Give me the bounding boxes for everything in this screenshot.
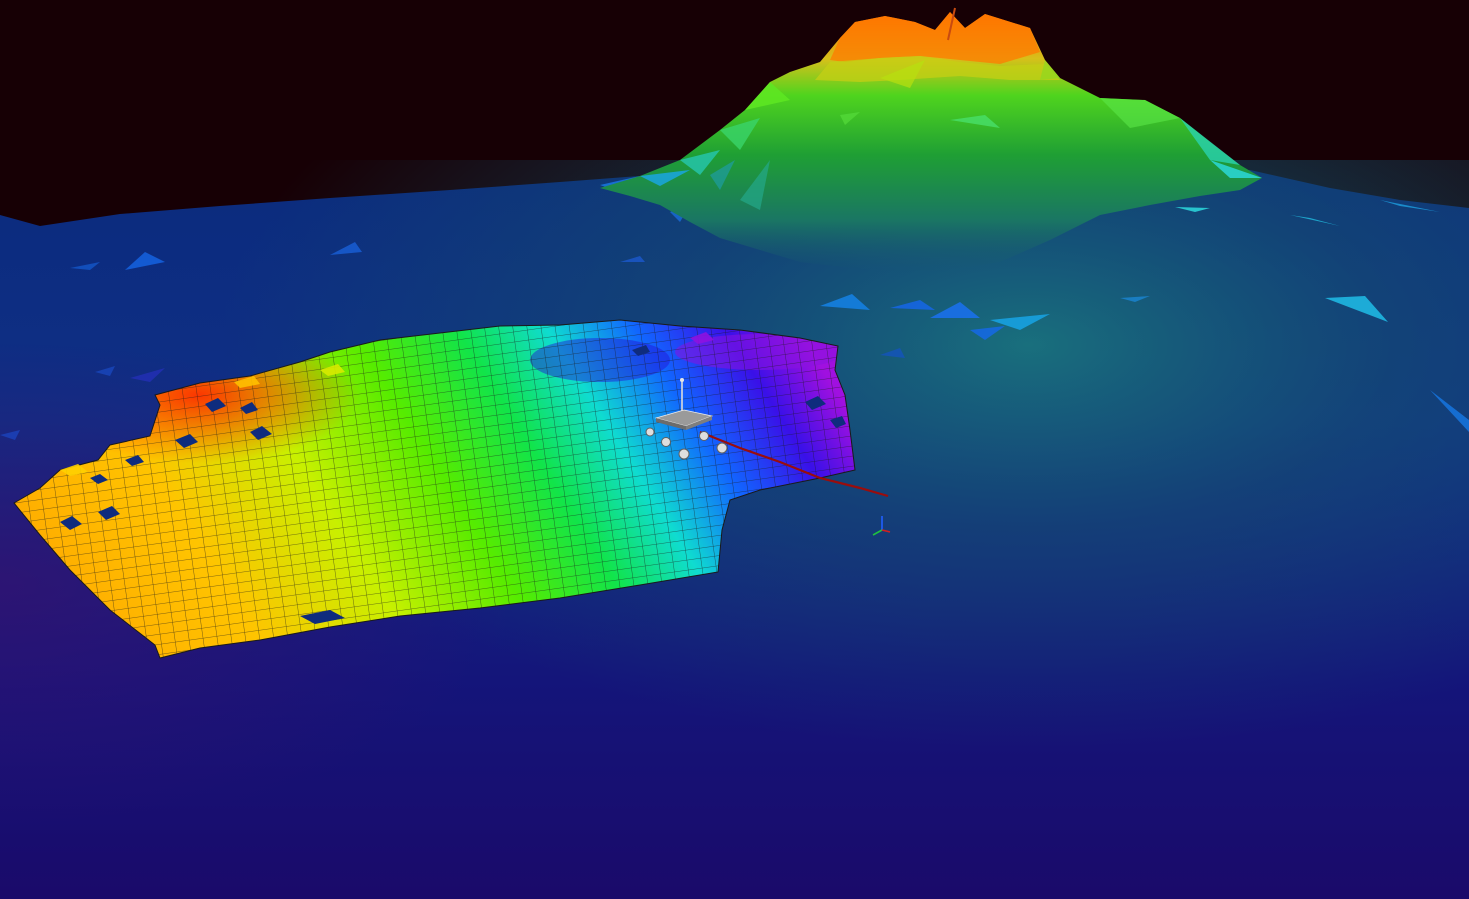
- terrain-scene[interactable]: [0, 0, 1469, 899]
- 3d-viewport[interactable]: [0, 0, 1469, 899]
